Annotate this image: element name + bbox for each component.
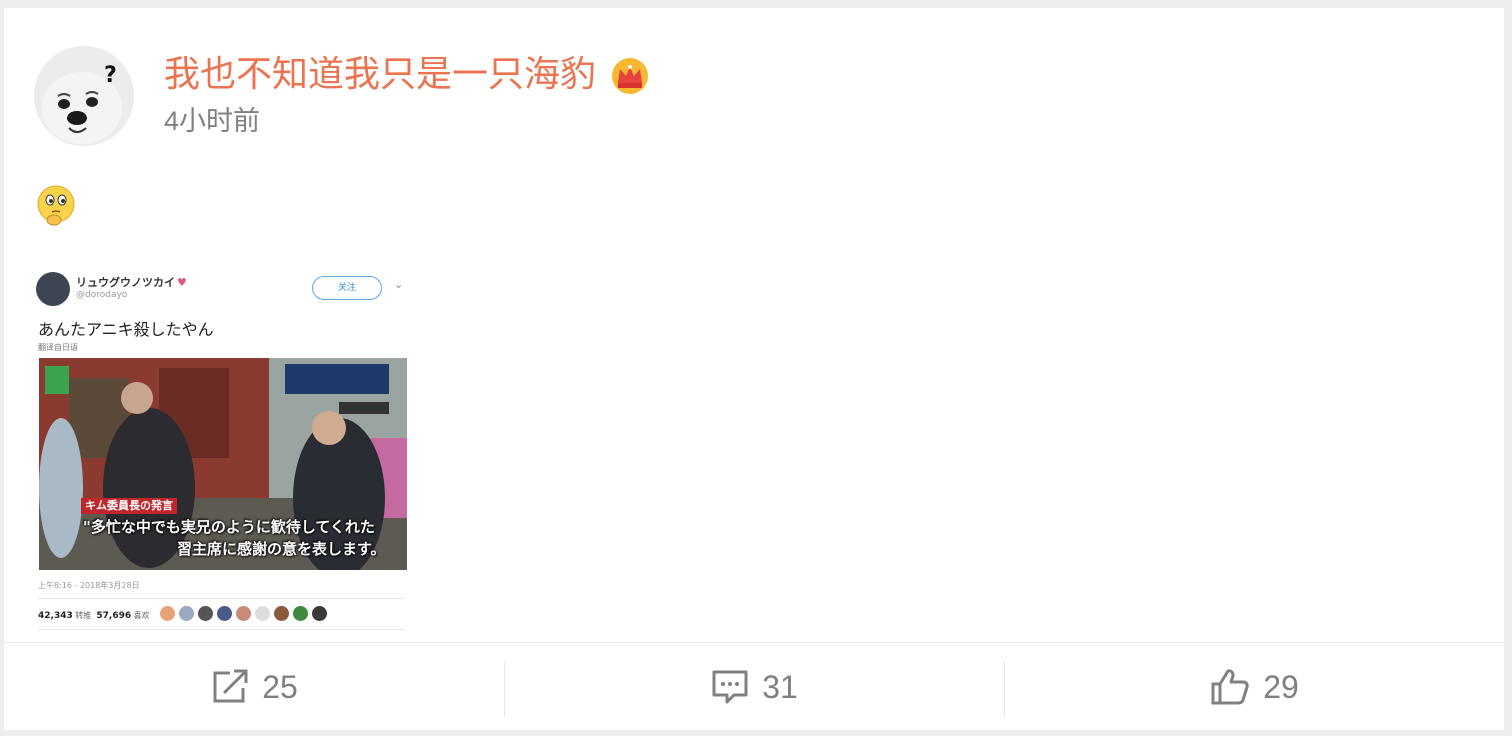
divider <box>38 629 404 630</box>
avatar[interactable]: ? <box>34 46 134 146</box>
tweet-stats: 42,343 转推 57,696 喜欢 <box>38 611 150 621</box>
liker-avatar <box>160 606 175 621</box>
tweet-author-name: リュウグウノツカイ ♥ <box>76 276 187 289</box>
liker-avatar <box>179 606 194 621</box>
liker-avatars <box>160 606 327 621</box>
action-bar: 25 31 29 <box>4 642 1504 731</box>
liker-avatar <box>274 606 289 621</box>
liker-avatar <box>236 606 251 621</box>
thumbs-up-icon <box>1211 669 1249 705</box>
liker-avatar <box>255 606 270 621</box>
divider <box>38 598 404 599</box>
repost-button[interactable]: 25 <box>4 643 504 731</box>
liker-avatar <box>293 606 308 621</box>
tweet-follow-button: 关注 <box>312 276 382 300</box>
liker-avatar <box>198 606 213 621</box>
tweet-date: 上午8:16 - 2018年3月28日 <box>38 581 140 590</box>
username[interactable]: 我也不知道我只是一只海豹 <box>164 52 650 96</box>
comment-button[interactable]: 31 <box>504 643 1004 731</box>
post-time[interactable]: 4小时前 <box>164 104 260 138</box>
comment-count: 31 <box>762 668 798 705</box>
repost-count: 25 <box>262 668 298 705</box>
caption-tag: キム委員長の発言 <box>81 498 177 514</box>
liker-avatar <box>217 606 232 621</box>
username-text[interactable]: 我也不知道我只是一只海豹 <box>164 53 596 94</box>
tweet-text: あんたアニキ殺したやん <box>38 320 214 339</box>
caption-line-1: "多忙な中でも実兄のように歓待してくれた <box>83 518 375 536</box>
weibo-post-card: ? 我也不知道我只是一只海豹 4小时前 リュウグウノツカイ ♥ @dorodayo <box>4 8 1504 730</box>
svg-text:?: ? <box>104 63 117 88</box>
tweet-photo: キム委員長の発言 "多忙な中でも実兄のように歓待してくれた 習主席に感謝の意を表… <box>39 358 407 570</box>
embedded-tweet-image[interactable]: リュウグウノツカイ ♥ @dorodayo 关注 ⌄ あんたアニキ殺したやん 翻译… <box>32 264 410 630</box>
liker-avatar <box>312 606 327 621</box>
repost-icon <box>213 669 248 703</box>
heart-icon: ♥ <box>177 276 187 289</box>
tweet-handle: @dorodayo <box>76 290 128 300</box>
chevron-down-icon: ⌄ <box>394 278 404 291</box>
like-count: 29 <box>1263 668 1299 705</box>
tweet-avatar <box>36 272 70 306</box>
tweet-translate-label: 翻译自日语 <box>38 343 78 352</box>
thinking-face-icon <box>36 184 76 228</box>
caption-line-2: 習主席に感謝の意を表します。 <box>177 540 386 558</box>
comment-icon <box>712 670 748 704</box>
crown-icon[interactable] <box>610 57 650 95</box>
seal-avatar-icon: ? <box>34 46 134 146</box>
like-button[interactable]: 29 <box>1004 643 1504 731</box>
